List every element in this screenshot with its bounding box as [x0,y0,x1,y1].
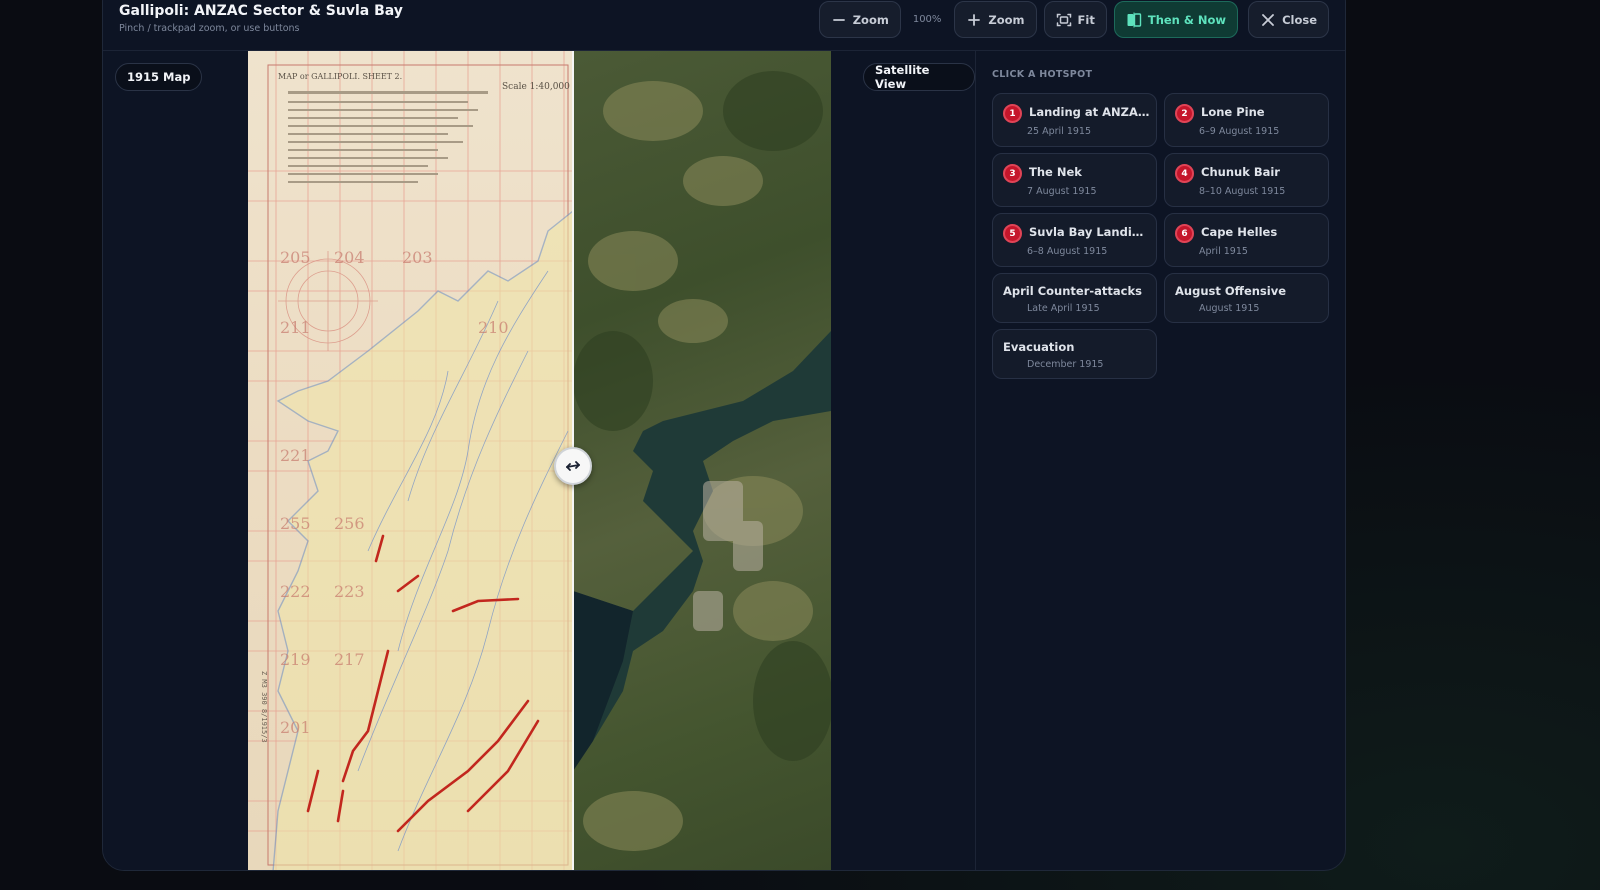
hotspot-date: 6–8 August 1915 [1027,246,1108,257]
hotspot-date: 7 August 1915 [1027,186,1097,197]
hotspot-date: 8–10 August 1915 [1199,186,1286,197]
hotspot-marker: 6 [1175,224,1194,243]
compare-frame[interactable]: MAP or GALLIPOLI. SHEET 2. Scale 1:40,00… [248,51,831,870]
hotspot-marker: 2 [1175,104,1194,123]
hotspot-card[interactable]: 3 The Nek 7 August 1915 [992,153,1157,207]
then-and-now-label: Then & Now [1147,12,1227,27]
map-modal: Gallipoli: ANZAC Sector & Suvla Bay Pinc… [102,0,1346,871]
hotspot-card[interactable]: 5 Suvla Bay Landings 6–8 August 1915 [992,213,1157,267]
hotspot-title: Evacuation [1003,340,1075,354]
hotspot-date: Late April 1915 [1027,303,1100,314]
hotspot-panel: CLICK A HOTSPOT 1 Landing at ANZAC C... … [975,51,1345,870]
grid-number: 205 [280,248,311,267]
close-button[interactable]: Close [1248,1,1329,38]
historic-map-reference: Z M3 390 8/1915/3 [260,671,268,743]
hotspot-title: Chunuk Bair [1201,165,1280,179]
zoom-out-label: Zoom [852,12,889,27]
hotspot-marker: 5 [1003,224,1022,243]
modal-header: Gallipoli: ANZAC Sector & Suvla Bay Pinc… [103,1,1345,51]
historic-map-title: MAP or GALLIPOLI. SHEET 2. [278,72,402,81]
hotspot-marker: 3 [1003,164,1022,183]
hotspot-marker: 4 [1175,164,1194,183]
historic-map-drawing: MAP or GALLIPOLI. SHEET 2. Scale 1:40,00… [248,51,573,870]
hotspot-card[interactable]: August Offensive August 1915 [1164,273,1329,323]
minus-icon [832,18,845,21]
hotspot-title: Cape Helles [1201,225,1278,239]
zoom-out-button[interactable]: Zoom [818,1,901,38]
hotspot-date: December 1915 [1027,359,1104,370]
hotspot-title: Suvla Bay Landings [1029,225,1151,239]
grid-number: 204 [334,248,365,267]
grid-number: 223 [334,582,365,601]
hotspot-date: August 1915 [1199,303,1260,314]
hotspot-card[interactable]: Evacuation December 1915 [992,329,1157,379]
hotspot-date: April 1915 [1199,246,1248,257]
hotspot-title: Lone Pine [1201,105,1265,119]
close-label: Close [1282,12,1317,27]
hotspot-title: April Counter-attacks [1003,284,1142,298]
then-and-now-button[interactable]: Then & Now [1113,1,1239,38]
historic-map-scale: Scale 1:40,000 [502,82,570,92]
zoom-level: 100% [912,14,942,25]
grid-number: 201 [280,718,311,737]
grid-number: 210 [478,318,509,337]
hotspot-heading: CLICK A HOTSPOT [992,69,1093,80]
hotspot-card[interactable]: April Counter-attacks Late April 1915 [992,273,1157,323]
hotspot-card[interactable]: 1 Landing at ANZAC C... 25 April 1915 [992,93,1157,147]
map-viewer[interactable]: 1915 Map Satellite View MAP or GALLIPOLI… [103,51,975,870]
hotspot-card[interactable]: 2 Lone Pine 6–9 August 1915 [1164,93,1329,147]
left-map-label: 1915 Map [115,63,203,91]
right-map-label: Satellite View [863,63,975,91]
hotspot-date: 25 April 1915 [1027,126,1092,137]
historic-map-1915: MAP or GALLIPOLI. SHEET 2. Scale 1:40,00… [248,51,573,870]
grid-number: 255 [280,514,311,533]
fit-screen-icon [1056,13,1071,26]
grid-number: 221 [280,446,311,465]
grid-number: 217 [334,650,365,669]
grid-number: 211 [280,318,311,337]
satellite-imagery [573,71,831,851]
hotspot-marker: 1 [1003,104,1022,123]
hotspot-title: August Offensive [1175,284,1287,298]
grid-number: 203 [402,248,433,267]
satellite-map [573,51,831,870]
hotspot-date: 6–9 August 1915 [1199,126,1280,137]
close-icon [1262,13,1274,26]
zoom-in-button[interactable]: Zoom [954,1,1037,38]
fit-label: Fit [1077,12,1095,27]
grid-number: 222 [280,582,311,601]
hotspot-title: The Nek [1029,165,1082,179]
zoom-in-label: Zoom [988,12,1025,27]
hotspot-card[interactable]: 4 Chunuk Bair 8–10 August 1915 [1164,153,1329,207]
page-title: Gallipoli: ANZAC Sector & Suvla Bay [119,3,403,19]
fit-button[interactable]: Fit [1043,1,1107,38]
swap-arrows-icon [566,461,580,471]
grid-number: 219 [280,650,311,669]
page-subtitle: Pinch / trackpad zoom, or use buttons [119,23,300,34]
hotspot-title: Landing at ANZAC C... [1029,105,1151,119]
toolbar: Zoom 100% Zoom Fit Then & Now Close [812,1,1329,38]
compare-slider-handle[interactable] [554,447,592,485]
grid-number: 256 [334,514,365,533]
plus-icon [968,13,981,26]
compare-map-icon [1127,12,1142,27]
hotspot-card[interactable]: 6 Cape Helles April 1915 [1164,213,1329,267]
